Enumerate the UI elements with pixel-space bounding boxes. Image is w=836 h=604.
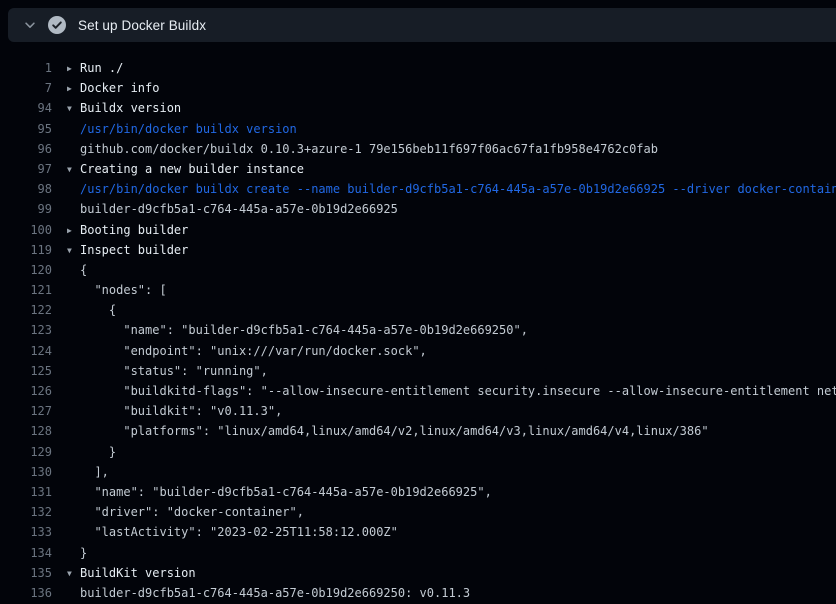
log-text: "endpoint": "unix:///var/run/docker.sock… (80, 341, 427, 361)
log-line: 98/usr/bin/docker buildx create --name b… (0, 179, 836, 199)
log-line: 134} (0, 543, 836, 563)
line-number[interactable]: 130 (0, 462, 52, 482)
triangle-right-icon[interactable]: ▶ (67, 221, 80, 240)
log-line: 123 "name": "builder-d9cfb5a1-c764-445a-… (0, 320, 836, 340)
line-number[interactable]: 131 (0, 482, 52, 502)
log-viewer: 1▶Run ./7▶Docker info94▼Buildx version95… (0, 42, 836, 604)
log-line: 95/usr/bin/docker buildx version (0, 119, 836, 139)
line-number[interactable]: 98 (0, 179, 52, 199)
line-number[interactable]: 126 (0, 381, 52, 401)
line-number[interactable]: 95 (0, 119, 52, 139)
log-text: github.com/docker/buildx 0.10.3+azure-1 … (80, 139, 658, 159)
log-text: BuildKit version (80, 563, 196, 583)
step-header[interactable]: Set up Docker Buildx (8, 8, 836, 42)
log-text: { (80, 260, 87, 280)
log-line: 133 "lastActivity": "2023-02-25T11:58:12… (0, 522, 836, 542)
log-text: builder-d9cfb5a1-c764-445a-a57e-0b19d2e6… (80, 199, 398, 219)
log-group-row[interactable]: 100 ▶Booting builder (0, 220, 836, 240)
chevron-down-icon[interactable] (22, 17, 38, 33)
log-text: "status": "running", (80, 361, 268, 381)
log-line: 96 github.com/docker/buildx 0.10.3+azure-… (0, 139, 836, 159)
step-title: Set up Docker Buildx (78, 18, 206, 33)
line-number[interactable]: 133 (0, 522, 52, 542)
log-line: 125 "status": "running", (0, 361, 836, 381)
log-text: Buildx version (80, 98, 181, 118)
log-group-row[interactable]: 119 ▼Inspect builder (0, 240, 836, 260)
log-text: } (80, 442, 116, 462)
line-number[interactable]: 122 (0, 300, 52, 320)
log-line: 124 "endpoint": "unix:///var/run/docker.… (0, 341, 836, 361)
log-text: Docker info (80, 78, 159, 98)
line-number[interactable]: 125 (0, 361, 52, 381)
line-number[interactable]: 135 (0, 563, 52, 583)
log-line: 132 "driver": "docker-container", (0, 502, 836, 522)
line-number[interactable]: 7 (0, 78, 52, 98)
triangle-down-icon[interactable]: ▼ (67, 160, 80, 179)
log-line: 131 "name": "builder-d9cfb5a1-c764-445a-… (0, 482, 836, 502)
line-number[interactable]: 97 (0, 159, 52, 179)
log-line: 121 "nodes": [ (0, 280, 836, 300)
log-text: "name": "builder-d9cfb5a1-c764-445a-a57e… (80, 320, 528, 340)
log-line: 130 ], (0, 462, 836, 482)
line-number[interactable]: 96 (0, 139, 52, 159)
triangle-down-icon[interactable]: ▼ (67, 564, 80, 583)
line-number[interactable]: 123 (0, 320, 52, 340)
line-number[interactable]: 132 (0, 502, 52, 522)
log-text: } (80, 543, 87, 563)
log-group-row[interactable]: 1 ▶Run ./ (0, 58, 836, 78)
log-group-row[interactable]: 97 ▼Creating a new builder instance (0, 159, 836, 179)
triangle-right-icon[interactable]: ▶ (67, 79, 80, 98)
log-group-row[interactable]: 135 ▼BuildKit version (0, 563, 836, 583)
log-text: "buildkitd-flags": "--allow-insecure-ent… (80, 381, 836, 401)
log-text: "name": "builder-d9cfb5a1-c764-445a-a57e… (80, 482, 492, 502)
line-number[interactable]: 129 (0, 442, 52, 462)
log-text: /usr/bin/docker buildx create --name bui… (80, 179, 836, 199)
log-text: "buildkit": "v0.11.3", (80, 401, 282, 421)
line-number[interactable]: 119 (0, 240, 52, 260)
line-number[interactable]: 134 (0, 543, 52, 563)
log-text: Inspect builder (80, 240, 188, 260)
line-number[interactable]: 1 (0, 58, 52, 78)
log-line: 122 { (0, 300, 836, 320)
log-line: 126 "buildkitd-flags": "--allow-insecure… (0, 381, 836, 401)
line-number[interactable]: 100 (0, 220, 52, 240)
log-line: 127 "buildkit": "v0.11.3", (0, 401, 836, 421)
log-group-row[interactable]: 7 ▶Docker info (0, 78, 836, 98)
line-number[interactable]: 136 (0, 583, 52, 603)
line-number[interactable]: 94 (0, 98, 52, 118)
triangle-right-icon[interactable]: ▶ (67, 59, 80, 78)
log-text: "nodes": [ (80, 280, 167, 300)
log-group-row[interactable]: 94 ▼Buildx version (0, 98, 836, 118)
log-text: /usr/bin/docker buildx version (80, 119, 297, 139)
check-circle-icon (48, 16, 66, 34)
line-number[interactable]: 120 (0, 260, 52, 280)
log-line: 99 builder-d9cfb5a1-c764-445a-a57e-0b19d2… (0, 199, 836, 219)
log-text: ], (80, 462, 109, 482)
log-text: "platforms": "linux/amd64,linux/amd64/v2… (80, 421, 709, 441)
line-number[interactable]: 127 (0, 401, 52, 421)
log-text: "driver": "docker-container", (80, 502, 304, 522)
log-text: "lastActivity": "2023-02-25T11:58:12.000… (80, 522, 398, 542)
line-number[interactable]: 121 (0, 280, 52, 300)
log-line: 136 builder-d9cfb5a1-c764-445a-a57e-0b19d… (0, 583, 836, 603)
log-line: 129 } (0, 442, 836, 462)
log-text: Creating a new builder instance (80, 159, 304, 179)
log-line: 128 "platforms": "linux/amd64,linux/amd6… (0, 421, 836, 441)
log-line: 120 { (0, 260, 836, 280)
log-text: { (80, 300, 116, 320)
triangle-down-icon[interactable]: ▼ (67, 99, 80, 118)
log-text: Run ./ (80, 58, 123, 78)
triangle-down-icon[interactable]: ▼ (67, 241, 80, 260)
log-text: builder-d9cfb5a1-c764-445a-a57e-0b19d2e6… (80, 583, 470, 603)
line-number[interactable]: 128 (0, 421, 52, 441)
line-number[interactable]: 99 (0, 199, 52, 219)
log-text: Booting builder (80, 220, 188, 240)
line-number[interactable]: 124 (0, 341, 52, 361)
